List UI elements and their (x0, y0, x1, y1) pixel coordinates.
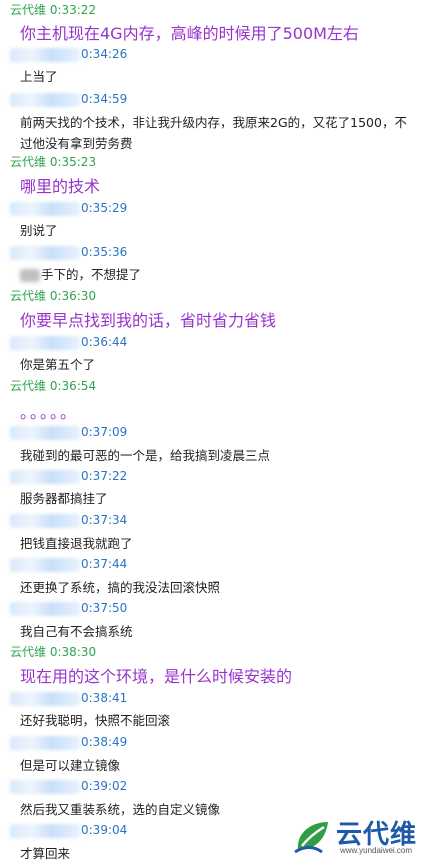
message-header: 0:34:26 (10, 46, 127, 62)
redacted-username (10, 201, 80, 216)
message-text: 前两天找的个技术，非让我升级内存，我原来2G的，又花了1500，不过他没有拿到劳… (20, 115, 407, 151)
message-text: 别说了 (20, 223, 58, 238)
message-header: 云代维 0:36:30 (10, 289, 97, 303)
message-header: 云代维 0:36:54 (10, 379, 97, 393)
message-header: 云代维 0:38:30 (10, 645, 97, 659)
redacted-username (10, 335, 80, 350)
redacted-username (10, 47, 80, 62)
message-header: 0:37:22 (10, 468, 127, 484)
message-text: 我自己有不会搞系统 (20, 624, 133, 639)
redacted-username (10, 557, 80, 572)
message-header: 云代维 0:33:22 (10, 3, 97, 17)
message-header: 0:39:04 (10, 822, 127, 838)
message-header: 0:38:49 (10, 734, 127, 750)
message-header: 0:39:02 (10, 778, 127, 794)
message-header: 0:37:09 (10, 424, 127, 440)
message-text: 我碰到的最可恶的一个是，给我搞到凌晨三点 (20, 448, 271, 463)
message-text: 哪里的技术 (20, 177, 101, 196)
message-header: 0:35:29 (10, 200, 127, 216)
redacted-username (10, 513, 80, 528)
chat-transcript: 云代维 0:33:22 你主机现在4G内存，高峰的时候用了500M左右 0:34… (0, 0, 424, 868)
message-text: 手下的，不想提了 (20, 264, 412, 285)
message-text: 现在用的这个环境，是什么时候安装的 (20, 667, 293, 686)
message-text: 服务器都搞挂了 (20, 491, 108, 506)
yundaiwei-watermark-logo: 云代维 www.yundaiwei.com (292, 812, 420, 864)
logo-url: www.yundaiwei.com (340, 846, 413, 855)
message-text: 你是第五个了 (20, 357, 96, 372)
message-header: 0:34:59 (10, 91, 127, 107)
redacted-username (10, 425, 80, 440)
redacted-username (10, 245, 80, 260)
message-text: 还更换了系统，搞的我没法回滚快照 (20, 580, 221, 595)
redacted-username (10, 823, 80, 838)
message-header: 0:37:34 (10, 512, 127, 528)
redacted-username (10, 779, 80, 794)
message-header: 0:37:44 (10, 556, 127, 572)
message-header: 云代维 0:35:23 (10, 155, 97, 169)
message-header: 0:38:41 (10, 690, 127, 706)
redacted-text (20, 269, 40, 282)
redacted-username (10, 469, 80, 484)
message-header: 0:35:36 (10, 244, 127, 260)
redacted-username (10, 691, 80, 706)
redacted-username (10, 92, 80, 107)
message-text: 还好我聪明，快照不能回滚 (20, 713, 171, 728)
message-text: 但是可以建立镜像 (20, 758, 121, 773)
redacted-username (10, 735, 80, 750)
leaf-logo-icon (294, 822, 328, 854)
message-text: 。。。。。 (20, 403, 79, 422)
message-text: 你主机现在4G内存，高峰的时候用了500M左右 (20, 24, 359, 43)
message-text: 上当了 (20, 69, 58, 84)
message-header: 0:37:50 (10, 600, 127, 616)
redacted-username (10, 601, 80, 616)
message-header: 0:36:44 (10, 334, 127, 350)
message-text: 把钱直接退我就跑了 (20, 536, 133, 551)
message-text: 你要早点找到我的话，省时省力省钱 (20, 311, 277, 330)
